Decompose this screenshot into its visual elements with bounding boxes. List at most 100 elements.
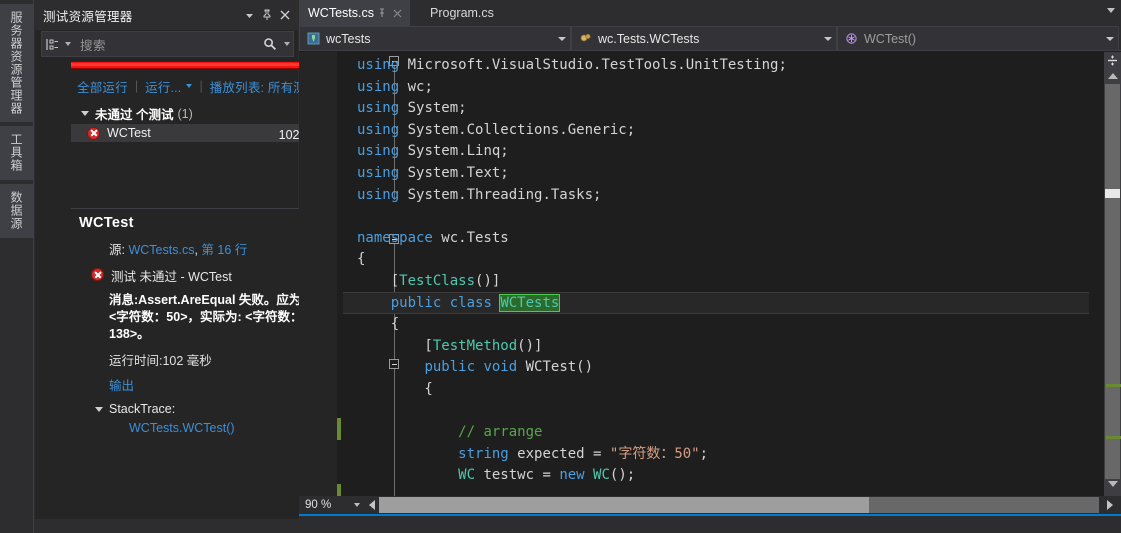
member-name: WCTest() (864, 31, 917, 46)
editor-tab-program[interactable]: Program.cs (421, 0, 498, 26)
code-token: using (357, 57, 400, 73)
code-line: string expected = "字符数：50"; (357, 444, 708, 466)
left-panel-bottom-filler (35, 519, 334, 533)
tab-pin-icon[interactable] (374, 8, 390, 18)
type-dropdown[interactable]: wc.Tests.WCTests (571, 26, 837, 51)
code-line: [TestMethod()] (357, 336, 542, 358)
scroll-right-button[interactable] (1103, 497, 1117, 513)
sidebar-tab-toolbox[interactable]: 工具箱 (0, 126, 34, 180)
group-expand-icon[interactable] (79, 108, 91, 120)
visual-studio-window: 服务器资源管理器 工具箱 数据源 测试资源管理器 搜索 全部运行 | 运行...… (0, 0, 1121, 533)
stacktrace-frame-link[interactable]: WCTests.WCTest() (129, 421, 235, 435)
member-dropdown[interactable]: WCTest() (837, 26, 1119, 51)
code-token: TestMethod (432, 337, 518, 354)
code-line: using wc; (357, 77, 433, 99)
project-name: wcTests (326, 31, 371, 46)
toolbar-divider-2: | (199, 79, 203, 93)
detail-output-link[interactable]: 输出 (109, 379, 134, 393)
selected-token: WCTests (499, 293, 561, 312)
detail-source-separator: , (194, 243, 198, 257)
detail-output-row: 输出 (79, 375, 326, 394)
code-token: [ (357, 273, 400, 289)
detail-stacktrace-header[interactable]: StackTrace: (79, 402, 326, 416)
project-dropdown[interactable]: wcTests (299, 26, 571, 51)
toolbar-divider-1: | (134, 79, 139, 93)
code-token: System.Collections.Generic; (399, 121, 636, 138)
code-token: wc.Tests (432, 229, 509, 246)
code-line: // arrange (357, 422, 542, 444)
search-options-dropdown-icon[interactable] (281, 42, 293, 46)
tab-overflow-dropdown-icon[interactable] (1107, 8, 1115, 13)
test-list-item[interactable]: WCTest 102 毫秒 (71, 124, 332, 142)
detail-stacktrace-item: WCTests.WCTest() (79, 421, 326, 435)
code-token: WCTest() (517, 359, 594, 376)
group-by-dropdown-icon[interactable] (62, 42, 74, 46)
project-dropdown-icon[interactable] (554, 37, 570, 41)
search-icon[interactable] (259, 37, 281, 51)
code-token: new (559, 467, 585, 484)
vertical-scroll-thumb[interactable] (1105, 189, 1120, 198)
detail-source-row: 源: WCTests.cs, 第 16 行 (79, 239, 326, 258)
stacktrace-expand-icon[interactable] (93, 403, 105, 415)
code-token: System.Text; (399, 165, 509, 181)
test-explorer-titlebar: 测试资源管理器 (35, 0, 298, 30)
group-by-icon[interactable] (42, 38, 62, 51)
code-token: ()] (475, 273, 501, 289)
test-name: WCTest (107, 126, 151, 140)
code-token: [ (357, 337, 433, 354)
code-token: WC (458, 467, 476, 484)
sidebar-tab-data-sources[interactable]: 数据源 (0, 184, 34, 238)
code-token: class (449, 294, 492, 311)
code-token: namespace (357, 229, 433, 246)
code-token: using (357, 121, 400, 138)
vertical-scroll-track[interactable] (1105, 84, 1121, 479)
run-all-button[interactable]: 全部运行 (77, 77, 128, 96)
code-token: ; (699, 445, 709, 462)
code-line: [TestClass()] (357, 271, 501, 293)
zoom-dropdown-icon[interactable] (350, 503, 364, 507)
failed-tests-group-header[interactable]: 未通过 个测试 (1) (71, 104, 332, 123)
detail-assert-message: 消息:Assert.AreEqual 失败。应为: <字符数：50>，实际为: … (109, 293, 306, 341)
scrollbar-change-marker (1106, 384, 1121, 387)
editor-tab-wctests[interactable]: WCTests.cs (299, 0, 410, 26)
group-label: 未通过 个测试 (95, 108, 174, 122)
scroll-up-button[interactable] (1105, 69, 1120, 83)
code-token: System.Linq; (399, 143, 509, 160)
run-button[interactable]: 运行... (145, 77, 181, 96)
zoom-level: 90 % (305, 499, 332, 511)
code-line: public void WCTest() (357, 357, 593, 379)
vertical-scrollbar[interactable] (1104, 52, 1121, 507)
tab-close-icon[interactable] (390, 9, 406, 18)
scroll-left-button[interactable] (365, 497, 379, 513)
horizontal-scroll-thumb[interactable] (379, 497, 869, 513)
member-dropdown-icon[interactable] (1102, 37, 1118, 41)
code-token: using (357, 100, 400, 117)
close-icon[interactable] (276, 6, 294, 24)
stacktrace-label: StackTrace: (109, 402, 176, 416)
test-search-bar[interactable]: 搜索 (41, 31, 294, 57)
scroll-down-button[interactable] (1105, 477, 1120, 491)
detail-source-file-link[interactable]: WCTests.cs (128, 243, 194, 257)
code-text[interactable]: using Microsoft.VisualStudio.TestTools.U… (299, 52, 1089, 527)
sidebar-tab-server-explorer[interactable]: 服务器资源管理器 (0, 4, 34, 122)
search-input[interactable]: 搜索 (74, 35, 259, 54)
panel-dropdown-icon[interactable] (240, 6, 258, 24)
code-token: using (357, 143, 400, 160)
code-token: testwc = (475, 467, 560, 484)
split-view-icon[interactable] (1105, 52, 1120, 68)
code-token: // arrange (458, 424, 543, 441)
code-surface[interactable]: using Microsoft.VisualStudio.TestTools.U… (299, 52, 1121, 527)
horizontal-scroll-track[interactable] (379, 497, 1099, 513)
type-dropdown-icon[interactable] (820, 37, 836, 41)
detail-source-line-link[interactable]: 第 16 行 (201, 243, 247, 257)
code-token: string (458, 445, 509, 462)
code-token: Microsoft.VisualStudio.TestTools.UnitTes… (399, 57, 787, 73)
pin-icon[interactable] (258, 6, 276, 24)
code-line: using System; (357, 98, 467, 120)
code-line: WC testwc = new WC(); (357, 465, 635, 487)
zoom-control[interactable]: 90 % (301, 496, 364, 514)
